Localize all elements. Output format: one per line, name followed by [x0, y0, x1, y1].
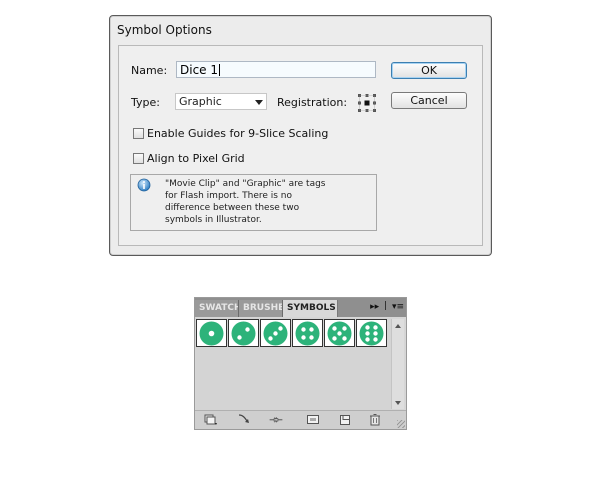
dialog-title: Symbol Options	[117, 23, 212, 37]
symbol-swatch-dice-6[interactable]	[356, 319, 387, 347]
dice-face	[231, 321, 256, 346]
text-caret	[219, 64, 221, 76]
new-symbol-icon[interactable]	[338, 413, 352, 426]
tab-brushes-label: BRUSHES	[243, 303, 282, 313]
dice-pip	[365, 331, 370, 336]
type-select[interactable]: Graphic	[175, 93, 267, 110]
dice-pip	[342, 336, 347, 341]
symbols-panel: SWATCHES BRUSHES SYMBOLS ▸▸ ▾≡	[194, 297, 407, 430]
dice-pip	[373, 331, 378, 336]
dice-pip	[365, 337, 370, 342]
name-label: Name:	[131, 64, 168, 77]
dice-pip	[332, 336, 337, 341]
panel-tab-bar: SWATCHES BRUSHES SYMBOLS ▸▸ ▾≡	[195, 298, 406, 317]
dice-pip	[268, 336, 273, 341]
cancel-button[interactable]: Cancel	[391, 92, 467, 109]
symbol-swatch-dice-3[interactable]	[260, 319, 291, 347]
dice-pip	[301, 327, 306, 332]
dice-face	[295, 321, 320, 346]
name-field[interactable]: Dice 1	[176, 61, 376, 78]
dice-3-icon	[263, 321, 288, 346]
panel-menu-icon[interactable]: ▾≡	[392, 302, 404, 312]
symbol-swatch-dice-4[interactable]	[292, 319, 323, 347]
dice-pip	[337, 331, 342, 336]
dice-pip	[278, 326, 283, 331]
symbol-swatch-dice-5[interactable]	[324, 319, 355, 347]
dice-pip	[237, 335, 242, 340]
nine-slice-label: Enable Guides for 9-Slice Scaling	[147, 127, 329, 140]
dice-pip	[273, 331, 278, 336]
break-link-icon[interactable]	[269, 413, 283, 426]
registration-label: Registration:	[277, 96, 348, 109]
dice-pip	[208, 330, 215, 337]
symbol-swatch-dice-2[interactable]	[228, 319, 259, 347]
divider	[385, 301, 387, 310]
scroll-up-icon[interactable]	[395, 324, 401, 328]
tab-brushes[interactable]: BRUSHES	[239, 300, 283, 317]
tab-swatches[interactable]: SWATCHES	[195, 300, 239, 317]
dice-pip	[301, 335, 306, 340]
panel-bottom-bar	[195, 410, 406, 429]
dice-pip	[332, 326, 337, 331]
dice-pip	[309, 335, 314, 340]
dice-pip	[309, 327, 314, 332]
dice-4-icon	[295, 321, 320, 346]
type-select-value: Graphic	[179, 95, 222, 108]
pixel-grid-checkbox[interactable]	[133, 153, 144, 164]
scroll-down-icon[interactable]	[395, 401, 401, 405]
nine-slice-checkbox[interactable]	[133, 128, 144, 139]
tab-symbols[interactable]: SYMBOLS	[283, 300, 338, 317]
symbol-options-icon[interactable]	[306, 413, 320, 426]
dice-1-icon	[199, 321, 224, 346]
scrollbar[interactable]	[391, 319, 404, 409]
info-icon	[137, 178, 151, 192]
dice-pip	[373, 325, 378, 330]
type-label: Type:	[131, 96, 160, 109]
resize-grip-icon[interactable]	[397, 420, 405, 428]
dice-2-icon	[231, 321, 256, 346]
dice-5-icon	[327, 321, 352, 346]
symbol-grid	[196, 318, 392, 410]
delete-symbol-icon[interactable]	[368, 413, 382, 426]
dice-pip	[365, 325, 370, 330]
symbol-libraries-menu-icon[interactable]	[204, 413, 218, 426]
pixel-grid-label: Align to Pixel Grid	[147, 152, 245, 165]
chevron-down-icon	[255, 100, 263, 105]
dice-pip	[245, 327, 250, 332]
ok-button[interactable]: OK	[391, 62, 467, 79]
tab-symbols-label: SYMBOLS	[287, 303, 336, 313]
info-box: "Movie Clip" and "Graphic" are tags for …	[130, 174, 377, 231]
info-text: "Movie Clip" and "Graphic" are tags for …	[165, 179, 326, 225]
tab-swatches-label: SWATCHES	[199, 303, 238, 313]
registration-point-grid-icon[interactable]	[358, 94, 376, 112]
name-value: Dice 1	[180, 63, 219, 77]
dice-6-icon	[359, 321, 384, 346]
dice-face	[359, 321, 384, 346]
collapse-panel-icon[interactable]: ▸▸	[370, 302, 379, 312]
place-symbol-instance-icon[interactable]	[237, 413, 251, 426]
dice-pip	[342, 326, 347, 331]
dice-pip	[373, 337, 378, 342]
symbol-swatch-dice-1[interactable]	[196, 319, 227, 347]
panel-tools: ▸▸ ▾≡	[370, 301, 404, 312]
symbol-options-dialog: Symbol Options Name: Dice 1 OK Cancel Ty…	[109, 15, 492, 256]
